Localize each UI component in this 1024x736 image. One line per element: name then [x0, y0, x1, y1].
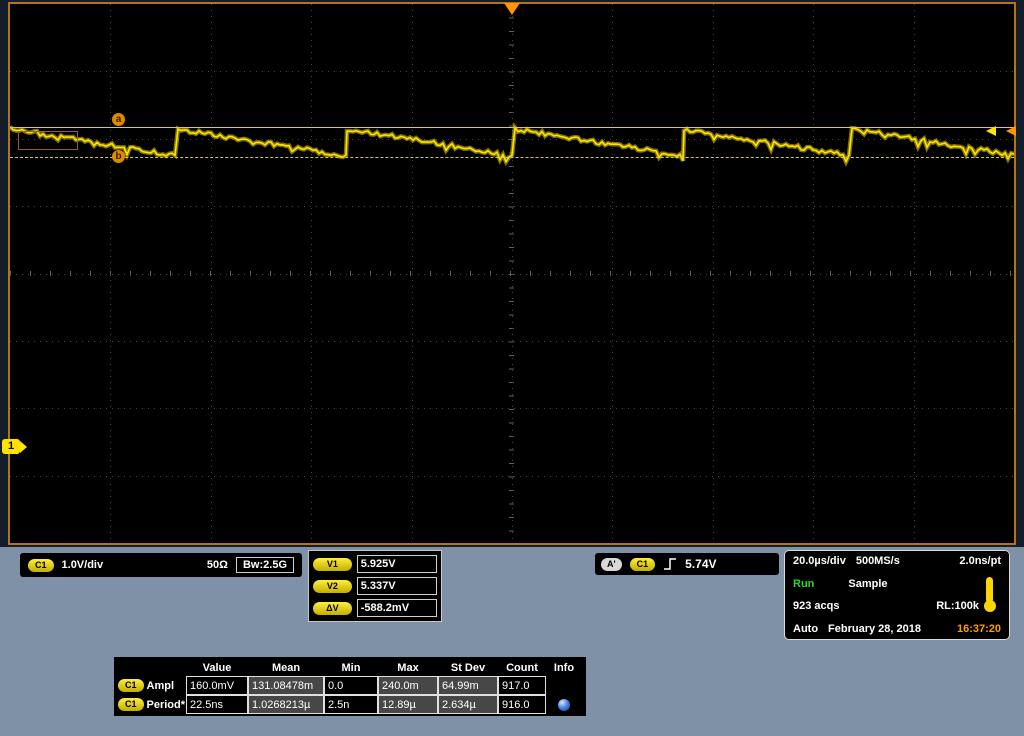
ampl-max: 240.0m [378, 676, 438, 695]
cursor-delta-badge: ΔV [313, 601, 352, 615]
period-count: 916.0 [498, 695, 546, 714]
header-count: Count [506, 661, 538, 674]
thermometer-icon [983, 577, 996, 612]
channel-level-arrow-icon[interactable] [986, 126, 996, 136]
timebase: 20.0µs/div [793, 555, 846, 567]
header-min: Min [341, 661, 361, 674]
measurement-row-ampl: C1 Ampl 160.0mV 131.08478m 0.0 240.0m 64… [118, 676, 582, 695]
period-stdev: 2.634µ [438, 695, 498, 714]
ch1-bandwidth: Bw:2.5G [235, 557, 294, 573]
cursor-b-label[interactable]: b [112, 150, 125, 163]
sample-rate: 500MS/s [855, 555, 900, 567]
ampl-value: 160.0mV [186, 676, 248, 695]
channel1-reference-marker[interactable]: 1 [2, 439, 28, 454]
period-mean: 1.0268213µ [248, 695, 324, 714]
trigger-position-icon[interactable] [504, 3, 520, 15]
period-min: 2.5n [324, 695, 378, 714]
cursor-b-line[interactable] [10, 157, 1014, 158]
run-state: Run [793, 577, 815, 590]
period-info [546, 695, 582, 714]
row-ampl-name: Ampl [146, 679, 175, 692]
ampl-min: 0.0 [324, 676, 378, 695]
date: February 28, 2018 [828, 622, 921, 635]
timebase-row: 20.0µs/div 500MS/s 2.0ns/pt [793, 555, 1001, 567]
channel1-marker-arrow-icon [20, 440, 28, 453]
ampl-count: 917.0 [498, 676, 546, 695]
ampl-mean: 131.08478m [248, 676, 324, 695]
header-max: Max [397, 661, 419, 674]
header-mean: Mean [271, 661, 301, 674]
info-sphere-icon[interactable] [558, 698, 570, 711]
trigger-level: 5.74V [685, 557, 717, 571]
oscilloscope-screen: a b 1 C1 1.0V/div 50Ω Bw:2.5G V1 5.925V … [0, 0, 1024, 736]
ch1-badge: C1 [28, 558, 54, 572]
measurement-row-period: C1 Period* 22.5ns 1.0268213µ 2.5n 12.89µ… [118, 695, 582, 714]
trigger-mode: Auto [793, 622, 819, 635]
trigger-source-badge: A' [601, 557, 622, 571]
period-value: 22.5ns [186, 695, 248, 714]
trigger-level-arrow-icon[interactable] [1006, 126, 1016, 136]
cursor-readout-panel: V1 5.925V V2 5.337V ΔV -588.2mV [308, 550, 442, 622]
annotation-box [18, 131, 78, 150]
cursor-v2-badge: V2 [313, 579, 352, 593]
acquisition-mode: Sample [848, 577, 888, 590]
time: 16:37:20 [956, 622, 1001, 635]
cursor-a-label[interactable]: a [112, 113, 125, 126]
ch1-vertical-settings[interactable]: C1 1.0V/div 50Ω Bw:2.5G [20, 553, 302, 577]
measurement-header-row: Value Mean Min Max St Dev Count Info [118, 659, 582, 676]
measurement-table: Value Mean Min Max St Dev Count Info C1 … [114, 657, 586, 716]
waveform-display[interactable]: a b 1 [2, 2, 1016, 545]
cursor-delta-value: -588.2mV [356, 599, 437, 617]
trigger-settings[interactable]: A' C1 5.74V [595, 553, 779, 575]
cursor-v2-value: 5.337V [356, 577, 437, 595]
datetime-row: Auto February 28, 2018 16:37:20 [793, 623, 1001, 635]
cursor-delta-row: ΔV -588.2mV [313, 599, 437, 617]
channel1-marker-label: 1 [2, 439, 21, 454]
row-period-name: Period* [146, 698, 186, 711]
acquisition-panel: 20.0µs/div 500MS/s 2.0ns/pt Run Sample 9… [784, 550, 1010, 640]
period-max: 12.89µ [378, 695, 438, 714]
cursor-a-line[interactable] [10, 127, 1014, 128]
row-ampl-channel-badge: C1 [118, 679, 144, 692]
cursor-v1-value: 5.925V [356, 555, 437, 573]
resolution: 2.0ns/pt [959, 555, 1001, 567]
trigger-channel-badge: C1 [629, 557, 656, 571]
ampl-info [546, 676, 582, 695]
record-length: RL:100k [936, 600, 979, 613]
cursor-v2-row: V2 5.337V [313, 577, 437, 595]
row-period-channel-badge: C1 [118, 698, 144, 711]
ch1-impedance: 50Ω [206, 559, 228, 571]
header-value: Value [202, 661, 232, 674]
header-info: Info [553, 661, 575, 674]
rising-edge-icon [664, 558, 677, 570]
header-stdev: St Dev [450, 661, 486, 674]
cursor-v1-badge: V1 [313, 557, 352, 571]
status-bar: C1 1.0V/div 50Ω Bw:2.5G V1 5.925V V2 5.3… [0, 547, 1024, 736]
run-state-row: Run Sample [793, 578, 1001, 590]
ch1-scale: 1.0V/div [61, 559, 104, 571]
acqs-row: 923 acqs RL:100k [793, 600, 1001, 612]
ch1-waveform [10, 121, 1014, 168]
acqs-count: 923 acqs [793, 600, 840, 613]
cursor-v1-row: V1 5.925V [313, 555, 437, 573]
ampl-stdev: 64.99m [438, 676, 498, 695]
